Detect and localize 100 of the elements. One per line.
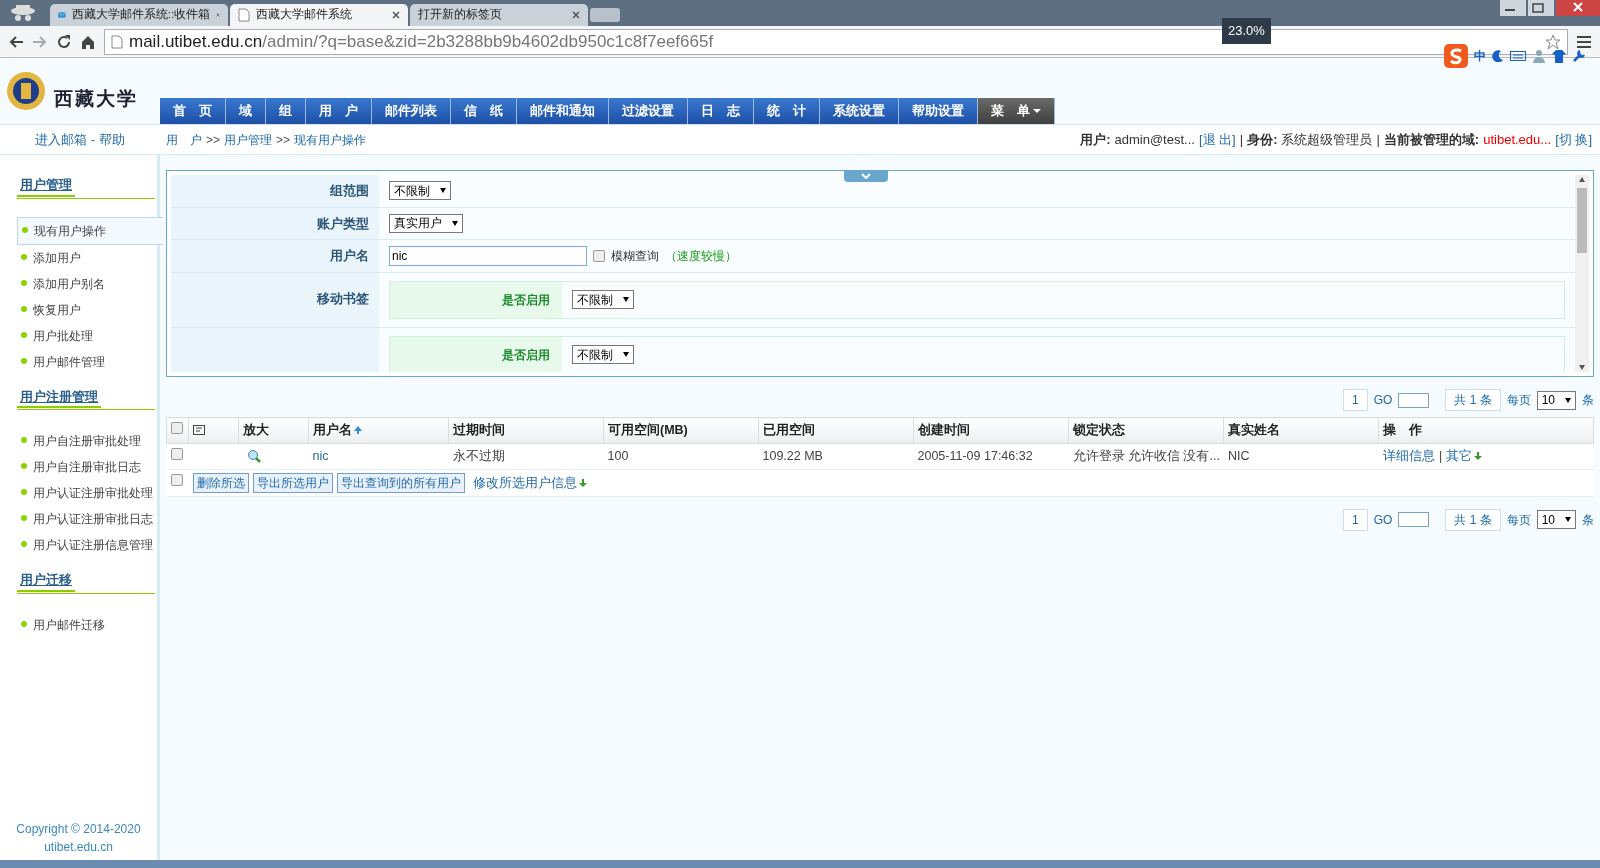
bulk-checkbox[interactable]	[170, 474, 183, 487]
per-page-select[interactable]: 10	[1536, 510, 1576, 529]
go-button[interactable]: GO	[1373, 510, 1393, 529]
minimize-icon[interactable]	[1500, 0, 1526, 16]
nav-item[interactable]: 信 纸	[451, 98, 517, 124]
down-arrow-icon[interactable]	[578, 479, 587, 488]
collapse-button[interactable]	[844, 170, 888, 182]
sidebar-item[interactable]: 用户认证注册审批处理	[17, 480, 155, 506]
sidebar-item[interactable]: 用户邮件管理	[17, 348, 155, 375]
edit-link[interactable]: 修改所选用户信息	[472, 475, 577, 490]
select-field[interactable]: 真实用户	[389, 213, 463, 233]
wrench-icon[interactable]	[1572, 49, 1586, 63]
checkbox-label[interactable]: 模糊查询	[611, 246, 659, 265]
nav-item[interactable]: 统 计	[754, 98, 820, 124]
reload-icon[interactable]	[56, 33, 72, 50]
total-count: 共 1 条	[1445, 508, 1501, 531]
breadcrumb-link[interactable]: 用户管理	[224, 130, 272, 149]
nav-item[interactable]: 过滤设置	[609, 98, 688, 124]
browser-tab[interactable]: 打开新的标签页	[410, 4, 588, 26]
nav-item[interactable]: 邮件列表	[372, 98, 451, 124]
sidebar-item[interactable]: 用户批处理	[17, 322, 155, 349]
username-field[interactable]: nic	[389, 245, 587, 266]
column-header[interactable]: 操 作	[1383, 421, 1423, 440]
page-number[interactable]: 1	[1342, 389, 1368, 411]
zoom-icon[interactable]	[246, 449, 261, 464]
page-field[interactable]	[1398, 392, 1430, 408]
field-label: 是否启用	[502, 291, 550, 309]
breadcrumb-link[interactable]: 现有用户操作	[294, 130, 367, 149]
sidebar-item[interactable]: 添加用户	[17, 244, 155, 271]
unit-label: 条	[1582, 511, 1594, 529]
shirt-icon[interactable]	[1552, 49, 1566, 63]
nav-item[interactable]: 系统设置	[820, 98, 899, 124]
go-button[interactable]: GO	[1373, 391, 1393, 409]
nav-item[interactable]: 首 页	[160, 98, 226, 124]
page-number[interactable]: 1	[1342, 508, 1368, 531]
select-field[interactable]: 不限制	[389, 181, 451, 201]
sidebar-item[interactable]: 添加用户别名	[17, 270, 155, 297]
sidebar-item[interactable]: 用户自注册审批日志	[17, 454, 155, 480]
sidebar-item[interactable]: 恢复用户	[17, 296, 155, 323]
info-link[interactable]: [退 出]	[1198, 129, 1236, 150]
home-icon[interactable]	[80, 33, 96, 50]
close-icon[interactable]	[1556, 0, 1600, 16]
close-icon[interactable]	[392, 11, 400, 19]
sidebar-item[interactable]: 用户邮件迁移	[17, 611, 155, 638]
chevron-icon[interactable]	[861, 173, 871, 179]
close-icon[interactable]	[572, 11, 580, 19]
tab-title: 西藏大学邮件系统	[256, 7, 353, 23]
maximize-icon[interactable]	[1528, 0, 1554, 16]
menu-icon[interactable]	[1576, 34, 1592, 49]
browser-tab[interactable]: 西藏大学邮件系统::收件箱	[50, 4, 228, 26]
checkbox[interactable]	[593, 249, 605, 262]
sidebar-link[interactable]: 进入邮箱	[35, 131, 88, 147]
select-field[interactable]: 不限制	[572, 290, 634, 309]
nav-item[interactable]: 组	[266, 98, 306, 124]
sort-arrow-icon[interactable]	[354, 426, 362, 435]
action-button[interactable]: 导出所选用户	[252, 472, 333, 493]
nav-item[interactable]: 菜 单	[978, 98, 1055, 124]
scrollbar[interactable]	[1575, 175, 1589, 372]
nav-item[interactable]: 用 户	[306, 98, 372, 124]
select-all-checkbox[interactable]	[171, 422, 183, 434]
column-header[interactable]: 用户名	[313, 421, 352, 440]
breadcrumb-link[interactable]: 用 户	[166, 130, 202, 149]
user-icon[interactable]	[1532, 49, 1546, 63]
row-checkbox[interactable]	[170, 447, 183, 460]
action-button[interactable]: 导出查询到的所有用户	[336, 472, 465, 493]
separator: |	[1438, 448, 1443, 463]
page-field[interactable]	[1398, 512, 1430, 527]
field-label: 账户类型	[317, 215, 369, 231]
down-arrow-icon[interactable]	[1474, 452, 1483, 461]
ime-logo-icon[interactable]	[1444, 44, 1468, 68]
nav-item[interactable]: 日 志	[688, 98, 754, 124]
per-page-label: 每页	[1506, 392, 1531, 409]
back-icon[interactable]	[8, 34, 24, 49]
nav-item[interactable]: 帮助设置	[899, 98, 978, 124]
select-field[interactable]: 不限制	[572, 345, 634, 364]
username-link[interactable]: nic	[312, 448, 329, 463]
field-label: 用户名	[330, 248, 369, 263]
info-label: 身份:	[1247, 130, 1278, 149]
forward-icon[interactable]	[32, 34, 48, 49]
sidebar-item[interactable]: 用户认证注册审批日志	[17, 506, 155, 532]
action-link[interactable]: 详细信息	[1382, 448, 1435, 463]
nav-item[interactable]: 邮件和通知	[517, 98, 609, 124]
browser-tab[interactable]: 西藏大学邮件系统	[230, 4, 408, 26]
nav-item[interactable]: 域	[226, 98, 266, 124]
info-link[interactable]: [切 换]	[1555, 129, 1592, 150]
sidebar-item[interactable]: 用户自注册审批处理	[17, 428, 155, 454]
ime-mode[interactable]: 中	[1474, 47, 1486, 65]
action-link[interactable]: 其它	[1446, 448, 1473, 463]
action-button[interactable]: 删除所选	[192, 472, 249, 493]
moon-icon[interactable]	[1492, 50, 1504, 62]
close-icon[interactable]	[216, 11, 220, 19]
sidebar-item[interactable]: 用户认证注册信息管理	[17, 532, 155, 558]
per-page-select[interactable]: 10	[1536, 390, 1576, 410]
star-icon[interactable]	[1545, 33, 1561, 50]
keyboard-icon[interactable]	[1510, 50, 1526, 62]
caret-icon[interactable]	[1033, 108, 1041, 114]
sidebar-link[interactable]: 帮助	[98, 131, 125, 147]
columns-icon[interactable]	[193, 425, 205, 436]
separator: |	[1239, 130, 1244, 149]
sidebar-item[interactable]: 现有用户操作	[17, 216, 163, 245]
